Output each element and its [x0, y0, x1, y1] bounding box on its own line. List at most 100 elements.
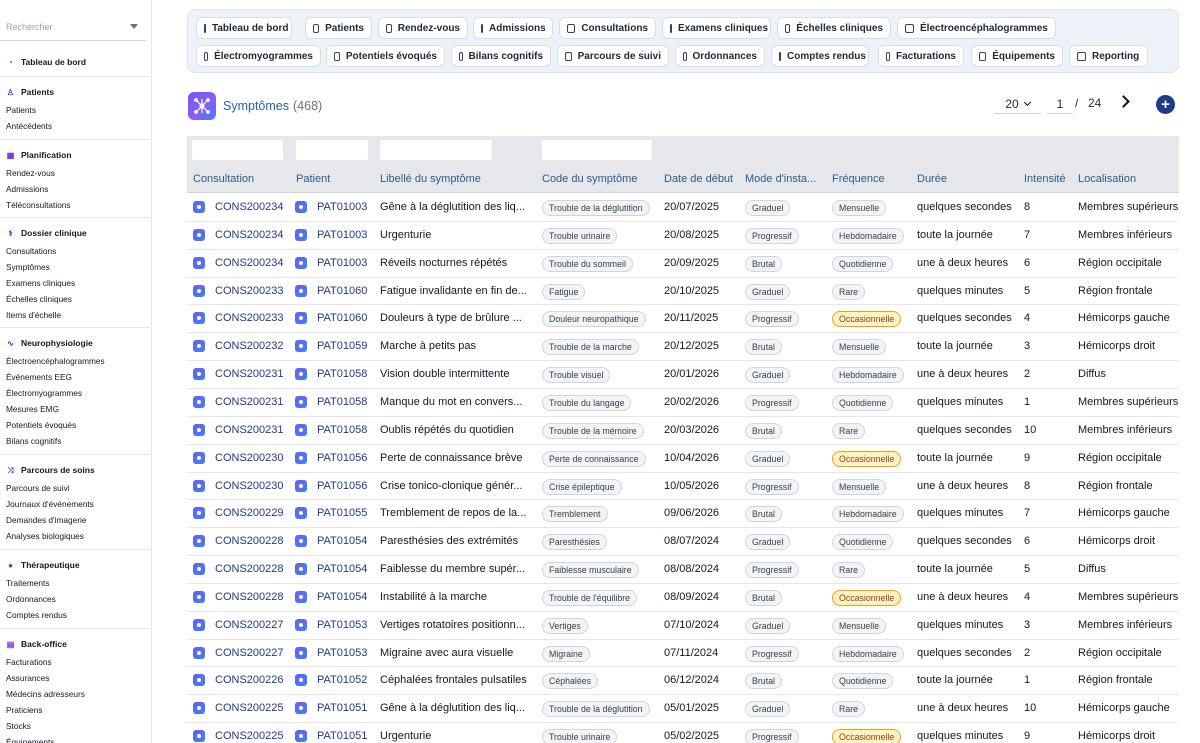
sidebar-section-title[interactable]: ▦ Planification — [0, 148, 150, 162]
toolbar-button[interactable]: Examens cliniques — [662, 17, 771, 39]
sidebar-section-title[interactable]: ∿ Neurophysiologie — [0, 336, 150, 350]
sidebar-section-title[interactable]: ▤ Back-office — [0, 637, 150, 651]
filter-consultation-input[interactable] — [192, 140, 283, 160]
sidebar-item[interactable]: Assurances — [0, 670, 150, 686]
patient-link[interactable]: PAT01003 — [317, 257, 377, 269]
consultation-link[interactable]: CONS200228 — [215, 563, 290, 575]
sidebar-item[interactable]: Analyses biologiques — [0, 528, 150, 544]
table-row[interactable]: CONS200230 PAT01056 Crise tonico-clonique … — [187, 472, 1179, 501]
column-header[interactable]: Consultation — [193, 173, 293, 185]
sidebar-item[interactable]: Stocks — [0, 718, 150, 734]
patient-link[interactable]: PAT01060 — [317, 312, 377, 324]
consultation-link[interactable]: CONS200231 — [215, 396, 290, 408]
sidebar-section-title[interactable]: ◔ Tableau de bord — [0, 55, 150, 69]
column-header[interactable]: Mode d'insta... — [745, 173, 830, 185]
consultation-link[interactable]: CONS200228 — [215, 535, 290, 547]
toolbar-button[interactable]: Reporting — [1069, 45, 1148, 67]
consultation-link[interactable]: CONS200228 — [215, 591, 290, 603]
patient-link[interactable]: PAT01054 — [317, 563, 377, 575]
sidebar-item[interactable]: Demandes d'imagerie — [0, 512, 150, 528]
sidebar-item[interactable]: Consultations — [0, 243, 150, 259]
patient-link[interactable]: PAT01003 — [317, 201, 377, 213]
sidebar-item[interactable]: Praticiens — [0, 702, 150, 718]
table-row[interactable]: CONS200228 PAT01054 Paresthésies des extré… — [187, 528, 1179, 557]
toolbar-button[interactable]: Équipements — [971, 45, 1063, 67]
sidebar-item[interactable]: Électromyogrammes — [0, 385, 150, 401]
consultation-link[interactable]: CONS200231 — [215, 424, 290, 436]
sidebar-item[interactable]: Patients — [0, 102, 150, 118]
sidebar-section-title[interactable]: ⚕ Dossier clinique — [0, 226, 150, 240]
table-row[interactable]: CONS200234 PAT01003 Gêne à la déglutition … — [187, 194, 1179, 222]
consultation-link[interactable]: CONS200233 — [215, 285, 290, 297]
consultation-link[interactable]: CONS200230 — [215, 480, 290, 492]
patient-link[interactable]: PAT01056 — [317, 452, 377, 464]
add-symptom-button[interactable]: + — [1156, 95, 1175, 114]
table-row[interactable]: CONS200227 PAT01053 Vertiges rotatoires po… — [187, 611, 1179, 640]
sidebar-item[interactable]: Mesures EMG — [0, 401, 150, 417]
toolbar-button[interactable]: Électroencéphalogrammes — [897, 17, 1056, 39]
consultation-link[interactable]: CONS200234 — [215, 257, 290, 269]
table-row[interactable]: CONS200231 PAT01058 Oublis répétés du quot… — [187, 416, 1179, 445]
column-header[interactable]: Patient — [296, 173, 376, 185]
consultation-link[interactable]: CONS200227 — [215, 647, 290, 659]
patient-link[interactable]: PAT01058 — [317, 396, 377, 408]
column-header[interactable]: Intensité — [1024, 173, 1076, 185]
caret-down-icon[interactable] — [130, 24, 138, 29]
patient-link[interactable]: PAT01056 — [317, 480, 377, 492]
sidebar-item[interactable]: Ordonnances — [0, 591, 150, 607]
toolbar-button[interactable]: Potentiels évoqués — [326, 45, 445, 67]
toolbar-button[interactable]: Échelles cliniques — [777, 17, 891, 39]
patient-link[interactable]: PAT01053 — [317, 619, 377, 631]
table-row[interactable]: CONS200231 PAT01058 Manque du mot en conve… — [187, 388, 1179, 417]
table-row[interactable]: CONS200227 PAT01053 Migraine avec aura vis… — [187, 639, 1179, 668]
page-number-input[interactable]: 1 — [1047, 94, 1073, 114]
consultation-link[interactable]: CONS200231 — [215, 368, 290, 380]
column-header[interactable]: Date de début — [664, 173, 742, 185]
sidebar-item[interactable]: Médecins adresseurs — [0, 686, 150, 702]
table-row[interactable]: CONS200231 PAT01058 Vision double intermit… — [187, 361, 1179, 389]
filter-code-input[interactable] — [542, 140, 652, 160]
toolbar-button[interactable]: Parcours de suivi — [557, 45, 669, 67]
sidebar-item[interactable]: Symptômes — [0, 259, 150, 275]
sidebar-section-title[interactable]: ⤨ Parcours de soins — [0, 463, 150, 477]
next-page-icon[interactable] — [1117, 94, 1131, 110]
filter-patient-input[interactable] — [296, 140, 368, 160]
column-header[interactable]: Durée — [917, 173, 1022, 185]
sidebar-item[interactable]: Antécédents — [0, 118, 150, 134]
patient-link[interactable]: PAT01060 — [317, 285, 377, 297]
sidebar-item[interactable]: Électroencéphalogrammes — [0, 353, 150, 369]
table-row[interactable]: CONS200233 PAT01060 Fatigue invalidante en… — [187, 277, 1179, 306]
patient-link[interactable]: PAT01058 — [317, 424, 377, 436]
sidebar-item[interactable]: Bilans cognitifs — [0, 433, 150, 449]
table-row[interactable]: CONS200228 PAT01054 Faiblesse du membre su… — [187, 556, 1179, 584]
toolbar-button[interactable]: Consultations — [559, 17, 656, 39]
table-row[interactable]: CONS200233 PAT01060 Douleurs à type de brû… — [187, 305, 1179, 334]
sidebar-item[interactable]: Journaux d'événements — [0, 496, 150, 512]
page-size-select[interactable]: 20 — [994, 94, 1041, 114]
sidebar-item[interactable]: Admissions — [0, 181, 150, 197]
filter-label-input[interactable] — [380, 140, 492, 160]
patient-link[interactable]: PAT01052 — [317, 674, 377, 686]
toolbar-button[interactable]: Admissions — [473, 17, 553, 39]
table-row[interactable]: CONS200234 PAT01003 Réveils nocturnes répé… — [187, 249, 1179, 278]
sidebar-item[interactable]: Échelles cliniques — [0, 291, 150, 307]
toolbar-button[interactable]: Rendez-vous — [378, 17, 468, 39]
patient-link[interactable]: PAT01051 — [317, 702, 377, 714]
sidebar-item[interactable]: Examens cliniques — [0, 275, 150, 291]
patient-link[interactable]: PAT01054 — [317, 535, 377, 547]
sidebar-item[interactable]: Téléconsultations — [0, 197, 150, 213]
table-row[interactable]: CONS200230 PAT01056 Perte de connaissance … — [187, 444, 1179, 473]
toolbar-button[interactable]: Électromyogrammes — [196, 45, 321, 67]
consultation-link[interactable]: CONS200234 — [215, 229, 290, 241]
table-row[interactable]: CONS200225 PAT01051 Urgenturie Trouble urin… — [187, 723, 1179, 743]
table-row[interactable]: CONS200228 PAT01054 Instabilité à la march… — [187, 583, 1179, 612]
sidebar-item[interactable]: Facturations — [0, 654, 150, 670]
sidebar-item[interactable]: Traitements — [0, 575, 150, 591]
consultation-link[interactable]: CONS200225 — [215, 702, 290, 714]
consultation-link[interactable]: CONS200230 — [215, 452, 290, 464]
patient-link[interactable]: PAT01003 — [317, 229, 377, 241]
sidebar-item[interactable]: Rendez-vous — [0, 165, 150, 181]
toolbar-button[interactable]: Ordonnances — [675, 45, 765, 67]
column-header[interactable]: Code du symptôme — [542, 173, 657, 185]
table-row[interactable]: CONS200232 PAT01059 Marche à petits pas Tro… — [187, 333, 1179, 362]
